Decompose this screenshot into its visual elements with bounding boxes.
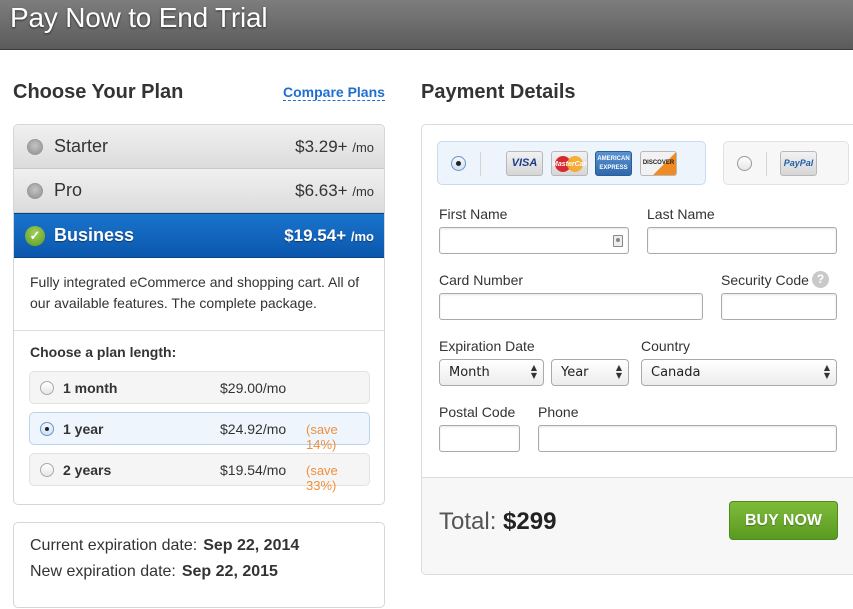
- buy-now-button[interactable]: BUY NOW: [729, 501, 838, 540]
- page-title: Pay Now to End Trial: [10, 2, 268, 33]
- plan-length-label: Choose a plan length:: [30, 344, 177, 360]
- plan-selector: Starter $3.29+ /mo Pro $6.63+ /mo ✓ Busi…: [13, 124, 385, 505]
- mastercard-icon: MasterCard: [551, 151, 588, 176]
- plan-price-value: $6.63+: [295, 180, 348, 200]
- plan-price: $3.29+ /mo: [295, 137, 374, 157]
- checkout-footer: Total: $299 BUY NOW: [422, 477, 853, 574]
- divider: [14, 330, 384, 331]
- country-label: Country: [641, 338, 691, 354]
- radio-button[interactable]: [40, 463, 54, 477]
- payment-method-credit-card[interactable]: VISA MasterCard AMERICAN EXPRESS DISCOVE…: [437, 141, 706, 185]
- select-value: Canada: [651, 365, 701, 380]
- plan-price-value: $3.29+: [295, 136, 348, 156]
- plan-price: $19.54+ /mo: [284, 226, 374, 246]
- radio-button[interactable]: [40, 422, 54, 436]
- plan-length-name: 1 year: [63, 421, 104, 437]
- compare-plans-link[interactable]: Compare Plans: [283, 85, 385, 101]
- first-name-input[interactable]: [439, 227, 629, 254]
- plan-length-2-years[interactable]: 2 years $19.54/mo (save 33%): [29, 453, 370, 493]
- radio-icon: [27, 138, 43, 155]
- plan-price: $6.63+ /mo: [295, 181, 374, 201]
- radio-button[interactable]: [451, 156, 466, 171]
- radio-dot-icon: [45, 427, 49, 431]
- expiration-date-label: Expiration Date: [439, 338, 535, 354]
- last-name-label: Last Name: [647, 206, 715, 222]
- new-expiration-value: Sep 22, 2015: [181, 563, 278, 580]
- plan-length-price: $19.54/mo: [220, 462, 287, 478]
- card-number-label: Card Number: [439, 272, 524, 288]
- discover-card-icon: DISCOVER: [640, 151, 677, 176]
- select-arrows-icon: ▲ ▼: [530, 363, 537, 380]
- plan-name: Business: [54, 225, 135, 245]
- plan-name: Pro: [54, 180, 83, 200]
- total-value: $299: [503, 508, 557, 535]
- expiration-summary: Current expiration date: Sep 22, 2014 New…: [13, 522, 385, 608]
- paypal-icon: PayPal: [780, 151, 817, 176]
- checkmark-icon: ✓: [25, 225, 45, 246]
- plan-length-name: 2 years: [63, 462, 112, 478]
- plan-option-starter[interactable]: Starter $3.29+ /mo: [14, 125, 384, 169]
- radio-button[interactable]: [40, 381, 54, 395]
- amex-card-icon: AMERICAN EXPRESS: [595, 151, 632, 176]
- current-expiration-label: Current expiration date:: [30, 537, 198, 554]
- plan-length-1-year[interactable]: 1 year $24.92/mo (save 14%): [29, 412, 370, 452]
- plan-length-price: $24.92/mo: [220, 421, 287, 437]
- help-icon[interactable]: ?: [812, 271, 829, 288]
- plan-option-business[interactable]: ✓ Business $19.54+ /mo: [14, 213, 384, 258]
- plan-price-period: /mo: [352, 183, 374, 199]
- postal-code-label: Postal Code: [439, 404, 516, 420]
- plan-length-1-month[interactable]: 1 month $29.00/mo: [29, 371, 370, 404]
- first-name-label: First Name: [439, 206, 508, 222]
- phone-label: Phone: [538, 404, 579, 420]
- radio-icon: [27, 182, 43, 199]
- select-value: Year: [561, 365, 589, 380]
- expiration-year-select[interactable]: Year ▲ ▼: [551, 359, 629, 386]
- payment-details-heading: Payment Details: [421, 81, 576, 103]
- current-expiration: Current expiration date: Sep 22, 2014: [30, 537, 299, 555]
- security-code-label: Security Code: [721, 272, 809, 288]
- savings-badge: (save 14%): [306, 422, 338, 452]
- new-expiration-label: New expiration date:: [30, 563, 176, 580]
- card-number-input[interactable]: [439, 293, 703, 320]
- plan-description: Fully integrated eCommerce and shopping …: [30, 274, 360, 311]
- expiration-month-select[interactable]: Month ▲ ▼: [439, 359, 544, 386]
- plan-price-value: $19.54+: [284, 225, 347, 245]
- radio-dot-icon: [456, 161, 461, 166]
- select-arrows-icon: ▲ ▼: [823, 363, 830, 380]
- payment-method-paypal[interactable]: PayPal: [723, 141, 849, 185]
- plan-price-period: /mo: [350, 228, 374, 244]
- visa-card-icon: VISA: [506, 151, 543, 176]
- postal-code-input[interactable]: [439, 425, 520, 452]
- order-total: Total: $299: [439, 508, 556, 536]
- phone-input[interactable]: [538, 425, 837, 452]
- radio-button[interactable]: [737, 156, 752, 171]
- choose-plan-heading: Choose Your Plan: [13, 81, 184, 103]
- payment-form: VISA MasterCard AMERICAN EXPRESS DISCOVE…: [421, 124, 853, 575]
- current-expiration-value: Sep 22, 2014: [203, 537, 300, 554]
- last-name-input[interactable]: [647, 227, 837, 254]
- new-expiration: New expiration date: Sep 22, 2015: [30, 563, 278, 581]
- country-select[interactable]: Canada ▲ ▼: [641, 359, 837, 386]
- plan-option-pro[interactable]: Pro $6.63+ /mo: [14, 169, 384, 213]
- separator: [766, 152, 767, 176]
- total-label: Total:: [439, 508, 497, 535]
- plan-price-period: /mo: [352, 139, 374, 155]
- separator: [480, 152, 481, 176]
- contact-card-icon[interactable]: [613, 235, 623, 247]
- plan-length-price: $29.00/mo: [220, 380, 287, 396]
- security-code-input[interactable]: [721, 293, 837, 320]
- savings-badge: (save 33%): [306, 463, 338, 493]
- top-bar: Pay Now to End Trial: [0, 0, 853, 50]
- select-arrows-icon: ▲ ▼: [615, 363, 622, 380]
- plan-length-name: 1 month: [63, 380, 118, 396]
- plan-name: Starter: [54, 136, 109, 156]
- select-value: Month: [449, 365, 490, 380]
